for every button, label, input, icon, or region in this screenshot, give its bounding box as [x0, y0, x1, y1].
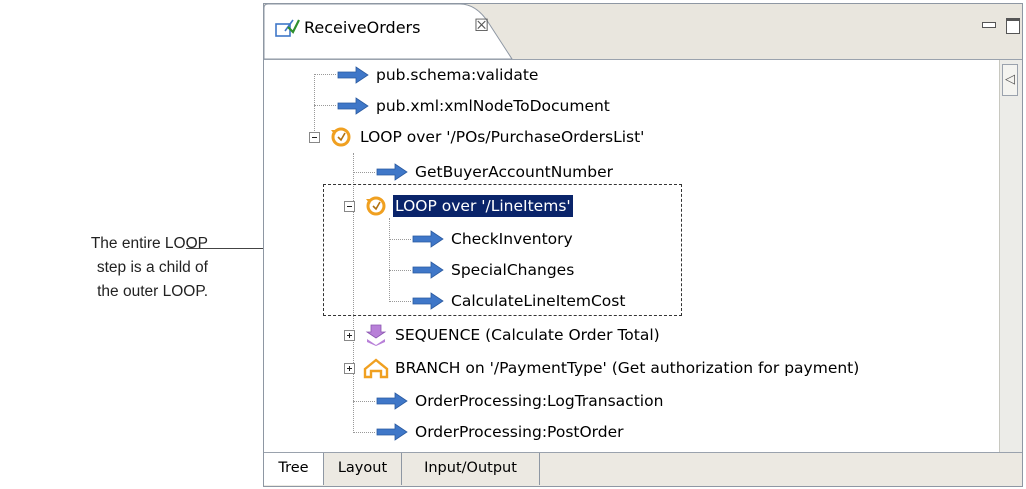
scroll-left-icon[interactable]: ◁ [1002, 64, 1018, 96]
step-label: SEQUENCE (Calculate Order Total) [395, 326, 660, 344]
annotation-line: The entire LOOP [90, 235, 208, 252]
branch-icon [363, 358, 389, 379]
tree-row[interactable]: pub.xml:xmlNodeToDocument [336, 91, 612, 121]
tree-row[interactable]: GetBuyerAccountNumber [375, 157, 615, 187]
invoke-arrow-icon [337, 66, 369, 84]
tree-row[interactable]: BRANCH on '/PaymentType' (Get authorizat… [344, 353, 861, 383]
annotation-text: The entire LOOP step is a child of the o… [78, 232, 208, 304]
step-label: GetBuyerAccountNumber [415, 163, 614, 181]
loop-icon [331, 127, 351, 147]
invoke-arrow-icon [376, 163, 408, 181]
tree-row[interactable]: SEQUENCE (Calculate Order Total) [344, 320, 662, 350]
tab-title: ReceiveOrders [304, 18, 421, 37]
flow-service-icon [275, 19, 300, 37]
tree-row[interactable]: LOOP over '/POs/PurchaseOrdersList' [309, 122, 646, 152]
expand-toggle[interactable] [344, 362, 355, 374]
invoke-arrow-icon [376, 392, 408, 410]
invoke-arrow-icon [376, 423, 408, 441]
vertical-scrollbar[interactable]: ◁ [999, 60, 1022, 453]
step-label: OrderProcessing:LogTransaction [415, 392, 664, 410]
invoke-arrow-icon [337, 97, 369, 115]
step-label: pub.xml:xmlNodeToDocument [376, 97, 610, 115]
annotation-line: the outer LOOP. [97, 283, 208, 300]
inner-loop-highlight-box [323, 184, 682, 316]
tree-row[interactable]: OrderProcessing:PostOrder [375, 417, 626, 447]
step-label: BRANCH on '/PaymentType' (Get authorizat… [395, 359, 860, 377]
step-label: pub.schema:validate [376, 66, 539, 84]
annotation-line: step is a child of [96, 259, 208, 276]
expand-toggle[interactable] [344, 329, 355, 341]
minimize-button[interactable] [982, 22, 996, 28]
tab-editor-receiveorders[interactable]: ReceiveOrders ☒ [264, 4, 504, 59]
close-icon[interactable]: ☒ [474, 16, 489, 36]
step-label: LOOP over '/POs/PurchaseOrdersList' [360, 128, 645, 146]
step-label: OrderProcessing:PostOrder [415, 423, 624, 441]
collapse-toggle[interactable] [309, 131, 320, 143]
editor-view-tabs: Tree Layout Input/Output [264, 452, 1022, 486]
tree-row[interactable]: pub.schema:validate [336, 60, 540, 90]
maximize-button[interactable] [1006, 18, 1020, 34]
tab-layout[interactable]: Layout [324, 453, 402, 485]
tab-input-output[interactable]: Input/Output [402, 453, 540, 485]
sequence-icon [365, 324, 387, 346]
tree-row[interactable]: OrderProcessing:LogTransaction [375, 386, 665, 416]
tab-tree[interactable]: Tree [264, 453, 324, 485]
tab-strip: ReceiveOrders ☒ [264, 4, 1022, 60]
